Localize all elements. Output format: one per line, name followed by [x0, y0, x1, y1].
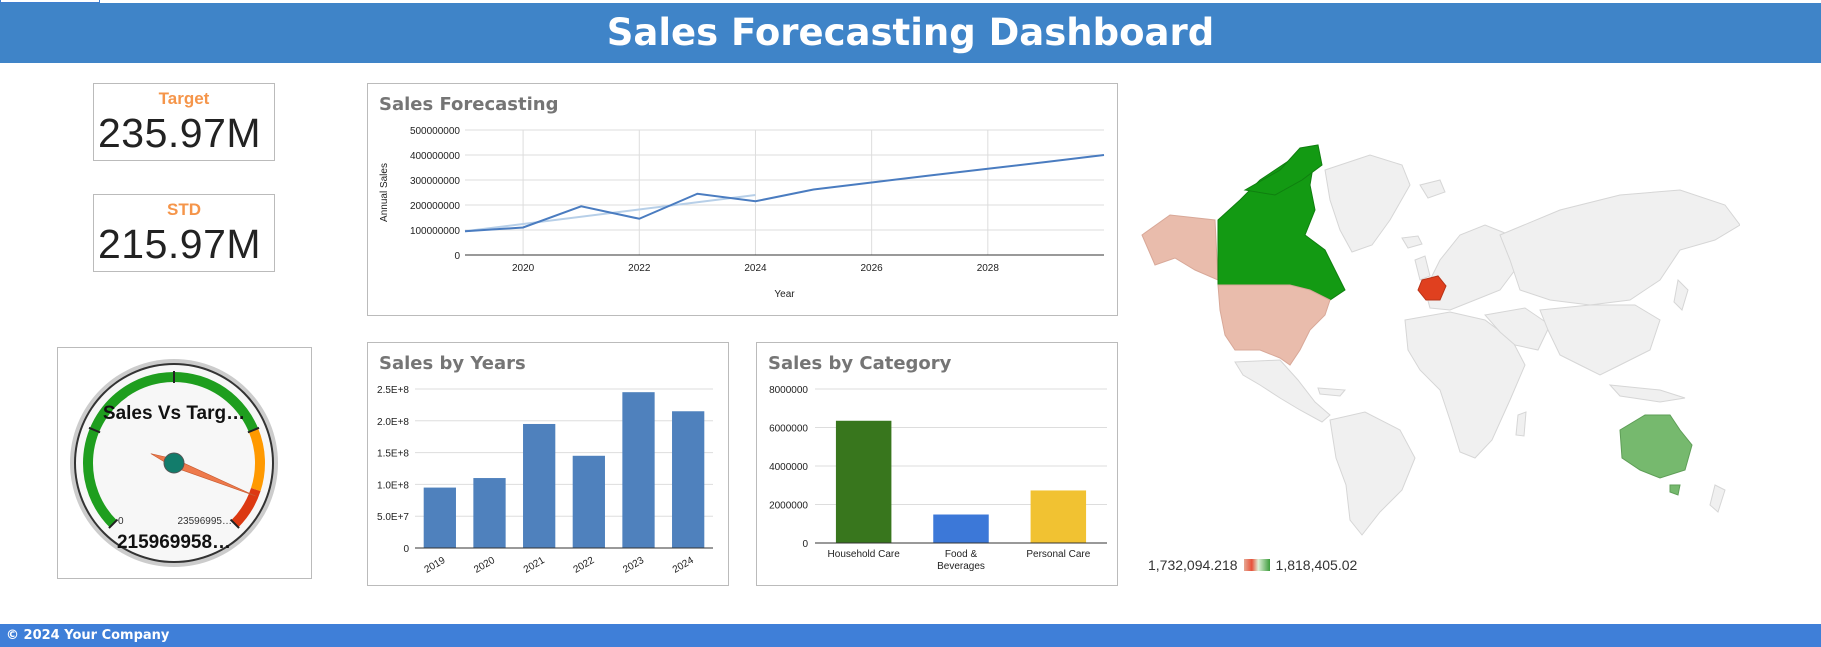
years-y-tick-label: 1.0E+8	[377, 480, 409, 491]
category-x-tick-label: Food & Beverages	[937, 549, 985, 572]
sales-forecasting-chart: 0 100000000 200000000 300000000 400000000 500…	[379, 126, 1105, 300]
category-y-tick-label: 4000000	[769, 462, 808, 473]
sales-by-category-chart: 0 2000000 4000000 6000000 8000000 Household C…	[769, 385, 1107, 572]
map-madagascar	[1515, 411, 1527, 437]
map-iceland	[1401, 235, 1423, 249]
years-x-tick-label: 2023	[621, 555, 646, 576]
footer: © 2024 Your Company	[0, 624, 1821, 647]
years-bar	[523, 423, 556, 548]
category-y-tick-label: 8000000	[769, 385, 808, 396]
std-kpi-value: 215.97M	[98, 221, 262, 267]
years-y-tick-label: 2.5E+8	[377, 385, 409, 396]
world-sales-map	[1141, 144, 1740, 536]
page-title: Sales Forecasting Dashboard	[606, 11, 1215, 54]
line-x-tick-label: 2028	[977, 263, 1000, 274]
map-legend-min: 1,732,094.218	[1148, 557, 1238, 573]
years-bar	[672, 411, 705, 548]
std-kpi-card: STD 215.97M	[93, 194, 275, 272]
years-y-tick-label: 2.0E+8	[377, 417, 409, 428]
gauge-needle-hub	[163, 452, 185, 474]
years-y-tick-label: 1.5E+8	[377, 449, 409, 460]
years-x-tick-label: 2022	[572, 555, 597, 576]
years-x-tick-label: 2020	[472, 555, 497, 576]
std-kpi-label: STD	[167, 200, 201, 219]
map-arctic-islands	[1419, 179, 1446, 199]
category-x-tick-label: Personal Care	[1026, 549, 1090, 560]
years-x-tick-label: 2019	[423, 555, 448, 576]
category-bar	[933, 514, 989, 543]
map-asia-south	[1539, 304, 1661, 376]
sales-forecasting-panel: Sales Forecasting 0 100000000 200000000 300…	[367, 83, 1118, 316]
sales-vs-target-gauge-panel: Sales Vs Targ… 0 23596995… 215969958…	[57, 347, 312, 579]
years-y-tick-label: 5.0E+7	[377, 512, 409, 523]
sales-by-category-panel: Sales by Category 0 2000000 4000000 6000000…	[756, 342, 1118, 586]
line-x-tick-label: 2026	[861, 263, 884, 274]
map-caribbean	[1317, 387, 1347, 397]
gauge-value-label: 215969958…	[117, 532, 231, 553]
map-greenland	[1324, 154, 1411, 253]
sales-by-years-chart: 0 5.0E+7 1.0E+8 1.5E+8 2.0E+8 2.5E+8 2019 2020 2…	[377, 385, 713, 576]
line-x-axis-title: Year	[774, 289, 795, 300]
target-kpi-label: Target	[158, 89, 210, 108]
sales-by-years-panel: Sales by Years 0 5.0E+7 1.0E+8 1.5E+8 2.0E+8…	[367, 342, 729, 586]
years-bar	[473, 478, 506, 548]
sales-by-category-title: Sales by Category	[768, 353, 952, 374]
years-x-tick-label: 2021	[522, 555, 547, 576]
years-y-tick-label: 0	[403, 544, 409, 555]
map-south-america	[1329, 411, 1416, 536]
line-y-tick-label: 400000000	[410, 151, 460, 162]
line-x-tick-label: 2024	[744, 263, 767, 274]
category-y-tick-label: 2000000	[769, 501, 808, 512]
map-legend: 1,732,094.218 1,818,405.02	[1148, 557, 1357, 573]
line-y-tick-label: 100000000	[410, 226, 460, 237]
dashboard-header: Sales Forecasting Dashboard	[0, 3, 1821, 63]
map-indonesia	[1608, 384, 1686, 403]
map-alaska	[1141, 214, 1219, 281]
line-y-tick-label: 0	[454, 251, 460, 262]
map-central-america	[1234, 359, 1331, 423]
gauge-title: Sales Vs Targ…	[103, 403, 245, 424]
category-bar	[835, 420, 892, 543]
category-x-tick-label: Household Care	[828, 549, 901, 560]
map-legend-max: 1,818,405.02	[1275, 557, 1358, 573]
line-y-axis-title: Annual Sales	[379, 163, 390, 222]
sales-by-years-title: Sales by Years	[379, 353, 526, 374]
map-japan	[1673, 278, 1689, 311]
category-y-tick-label: 0	[802, 539, 808, 550]
map-legend-gradient	[1243, 559, 1270, 571]
line-y-tick-label: 500000000	[410, 126, 460, 137]
footer-copyright: © 2024 Your Company	[6, 628, 170, 643]
line-x-tick-label: 2022	[628, 263, 651, 274]
map-new-zealand	[1709, 484, 1726, 513]
years-bar	[423, 487, 456, 548]
gauge-min-label: 0	[118, 516, 124, 527]
map-russia	[1499, 189, 1740, 306]
target-kpi-card: Target 235.97M	[93, 83, 275, 161]
years-bar	[622, 392, 655, 548]
sales-vs-target-gauge: Sales Vs Targ… 0 23596995… 215969958…	[70, 359, 278, 567]
category-y-tick-label: 6000000	[769, 424, 808, 435]
line-x-tick-label: 2020	[512, 263, 535, 274]
line-y-tick-label: 300000000	[410, 176, 460, 187]
target-kpi-value: 235.97M	[98, 110, 262, 156]
map-tasmania	[1669, 484, 1681, 496]
gauge-max-label: 23596995…	[178, 516, 233, 527]
years-x-tick-label: 2024	[671, 555, 696, 576]
map-uk	[1414, 255, 1431, 281]
map-australia	[1619, 414, 1693, 479]
map-usa	[1217, 284, 1331, 366]
category-bar	[1030, 490, 1087, 543]
sales-forecasting-title: Sales Forecasting	[379, 94, 559, 115]
line-y-tick-label: 200000000	[410, 201, 460, 212]
years-bar	[572, 455, 605, 548]
